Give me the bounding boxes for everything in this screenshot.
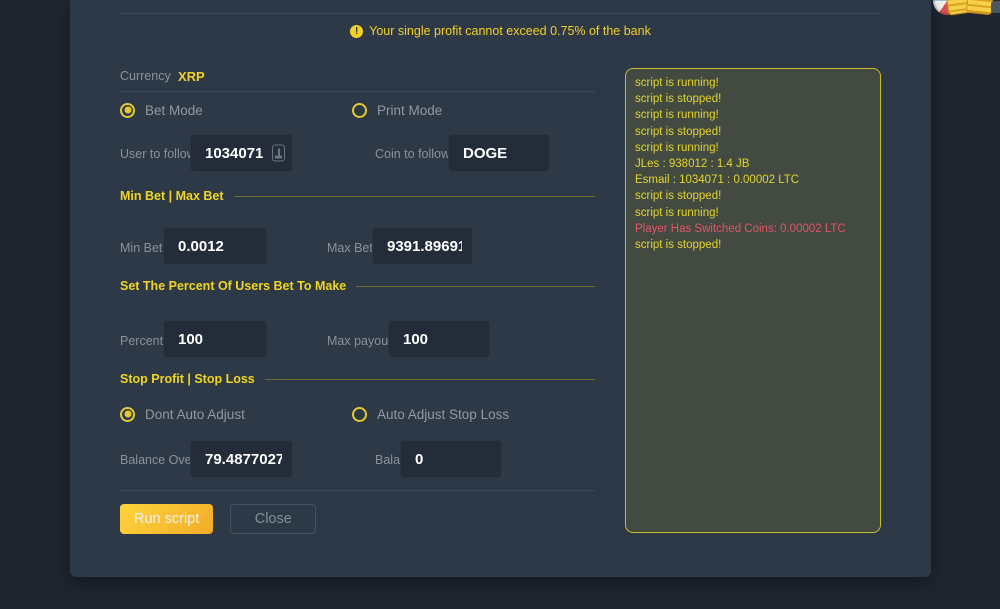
notice-text: Your single profit cannot exceed 0.75% o… [369,24,651,38]
log-line: script is running! [635,205,871,221]
auto-adjust-radio[interactable]: Auto Adjust Stop Loss [352,407,509,422]
coin-to-follow-field [448,134,550,172]
profit-limit-notice: ! Your single profit cannot exceed 0.75%… [70,24,931,38]
radio-unselected-icon[interactable] [352,407,367,422]
balance-under-input[interactable] [400,440,502,478]
dont-auto-adjust-label: Dont Auto Adjust [145,407,245,422]
auto-adjust-label: Auto Adjust Stop Loss [377,407,509,422]
max-payout-field [388,320,490,358]
gold-coins-icon [947,0,993,16]
log-line: JLes : 938012 : 1.4 JB [635,156,871,172]
divider [265,379,595,380]
log-line: script is stopped! [635,237,871,253]
balance-over-input[interactable] [190,440,293,478]
corner-widget [991,1,1000,13]
currency-row: Currency XRP [120,60,595,92]
bet-mode-label: Bet Mode [145,103,203,118]
number-stepper-icon[interactable] [272,145,285,162]
dont-auto-adjust-radio[interactable]: Dont Auto Adjust [120,407,245,422]
max-bet-field [372,227,473,265]
log-line: Player Has Switched Coins: 0.00002 LTC [635,221,871,237]
divider [120,490,595,491]
user-to-follow-label: User to follow [120,147,196,161]
print-mode-label: Print Mode [377,103,442,118]
print-mode-radio[interactable]: Print Mode [352,103,442,118]
log-line: script is running! [635,75,871,91]
coin-to-follow-input[interactable] [448,134,550,172]
log-line: script is stopped! [635,91,871,107]
min-bet-label: Min Bet [120,241,162,255]
info-icon: ! [350,25,363,38]
max-bet-input[interactable] [372,227,473,265]
stop-section-title: Stop Profit | Stop Loss [120,372,255,386]
bet-limits-title: Min Bet | Max Bet [120,189,224,203]
max-payout-input[interactable] [388,320,490,358]
stop-section-header: Stop Profit | Stop Loss [120,372,595,386]
run-script-button[interactable]: Run script [120,504,213,534]
close-button[interactable]: Close [230,504,316,534]
script-settings-dialog: ! Your single profit cannot exceed 0.75%… [70,0,931,577]
currency-label: Currency [120,69,171,83]
coin-to-follow-label: Coin to follow [375,147,450,161]
log-line: script is stopped! [635,124,871,140]
radio-unselected-icon[interactable] [352,103,367,118]
min-bet-input[interactable] [163,227,267,265]
bet-limits-section-header: Min Bet | Max Bet [120,189,595,203]
adjust-radio-group: Dont Auto Adjust Auto Adjust Stop Loss [120,404,595,424]
max-bet-label: Max Bet [327,241,373,255]
balance-under-field [400,440,502,478]
divider [356,286,595,287]
percent-input[interactable] [163,320,267,358]
log-line: script is stopped! [635,188,871,204]
radio-selected-icon[interactable] [120,407,135,422]
balance-over-label: Balance Over [120,453,196,467]
percent-section-title: Set The Percent Of Users Bet To Make [120,279,346,293]
mode-radio-group: Bet Mode Print Mode [120,100,595,120]
percent-field [163,320,267,358]
log-line: script is running! [635,140,871,156]
user-to-follow-field [190,134,293,172]
log-line: Esmail : 1034071 : 0.00002 LTC [635,172,871,188]
log-line: script is running! [635,107,871,123]
bet-mode-radio[interactable]: Bet Mode [120,103,203,118]
max-payout-label: Max payout [327,334,392,348]
coin-stack [966,0,995,15]
percent-section-header: Set The Percent Of Users Bet To Make [120,279,595,293]
percent-label: Percent [120,334,163,348]
radio-selected-icon[interactable] [120,103,135,118]
currency-value: XRP [178,69,205,84]
script-console-log[interactable]: script is running!script is stopped!scri… [625,68,881,533]
divider [120,91,595,92]
balance-over-field [190,440,293,478]
min-bet-field [163,227,267,265]
dialog-actions: Run script Close [120,504,595,534]
divider [120,13,882,14]
divider [234,196,595,197]
